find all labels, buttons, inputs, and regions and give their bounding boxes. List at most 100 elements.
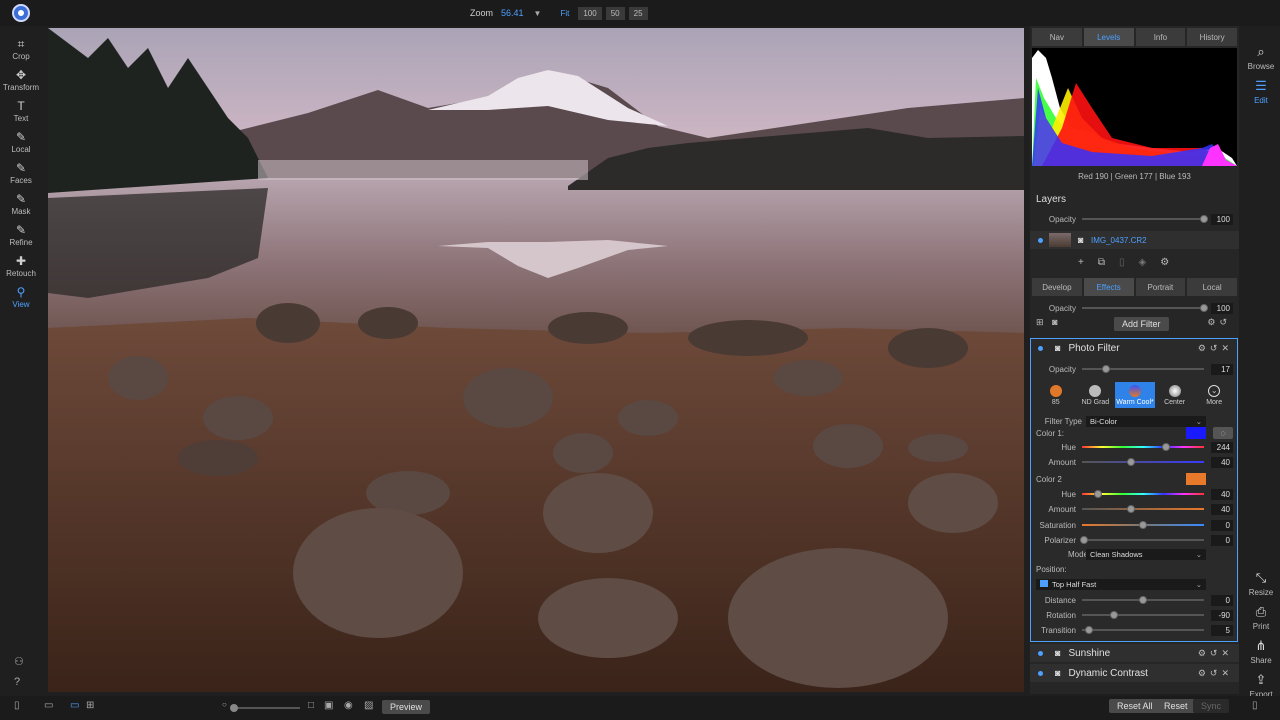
- amount2-value[interactable]: 40: [1211, 503, 1233, 515]
- share-button[interactable]: ⋔ Share: [1242, 634, 1280, 668]
- reset-button[interactable]: Reset: [1156, 699, 1196, 713]
- tool-local[interactable]: ✎ Local: [0, 127, 42, 158]
- layer-name[interactable]: IMG_0437.CR2: [1091, 236, 1147, 245]
- tab-nav[interactable]: Nav: [1032, 28, 1082, 46]
- saturation-value[interactable]: 0: [1211, 519, 1233, 531]
- compare-view-icon[interactable]: ⊞: [86, 700, 94, 711]
- slider-knob[interactable]: [1085, 626, 1093, 634]
- preset-nd-grad[interactable]: ND Grad: [1076, 382, 1116, 408]
- mask-icon[interactable]: ◙: [1055, 668, 1060, 678]
- preset-warm-cool[interactable]: Warm Cool*: [1115, 382, 1155, 408]
- filter-enable-dot[interactable]: [1038, 345, 1043, 351]
- slider-knob[interactable]: [1110, 611, 1118, 619]
- mask-icon[interactable]: ◙: [1055, 648, 1060, 658]
- tool-crop[interactable]: ⌗ Crop: [0, 34, 42, 65]
- layers-opacity-slider[interactable]: [1082, 215, 1208, 223]
- polarizer-value[interactable]: 0: [1211, 534, 1233, 546]
- tab-portrait[interactable]: Portrait: [1135, 278, 1186, 296]
- add-filter-button[interactable]: Add Filter: [1114, 317, 1169, 331]
- zoom-100-button[interactable]: 100: [578, 6, 602, 20]
- preview-button[interactable]: Preview: [382, 700, 431, 714]
- rotation-slider[interactable]: [1082, 611, 1204, 619]
- slider-knob[interactable]: [1139, 596, 1147, 604]
- layer-visibility-dot[interactable]: [1038, 237, 1043, 243]
- distance-value[interactable]: 0: [1211, 594, 1233, 606]
- amount1-value[interactable]: 40: [1211, 456, 1233, 468]
- slider-knob[interactable]: [1200, 304, 1208, 312]
- photo-filter-header[interactable]: ◙ Photo Filter ⚙↺✕: [1030, 339, 1239, 357]
- preset-center[interactable]: Center: [1155, 382, 1195, 408]
- app-logo-icon[interactable]: [12, 4, 30, 22]
- browse-button[interactable]: ⌕ Browse: [1242, 40, 1280, 74]
- print-button[interactable]: ⎙ Print: [1242, 600, 1280, 634]
- grid-overlay-icon[interactable]: ▨: [364, 700, 373, 711]
- slider-knob[interactable]: [1127, 505, 1135, 513]
- effects-opacity-value[interactable]: 100: [1211, 302, 1233, 314]
- tab-local[interactable]: Local: [1187, 278, 1237, 296]
- filter-enable-dot[interactable]: [1038, 670, 1043, 676]
- filmstrip-icon[interactable]: ▭: [44, 700, 53, 711]
- hue1-value[interactable]: 244: [1211, 441, 1233, 453]
- position-dropdown[interactable]: Top Half Fast ⌄: [1036, 579, 1206, 590]
- delete-layer-icon[interactable]: ▯: [1119, 257, 1125, 268]
- slider-knob[interactable]: [1162, 443, 1170, 451]
- effects-opacity-slider[interactable]: [1082, 304, 1208, 312]
- gear-icon[interactable]: ⚙: [1207, 317, 1219, 327]
- toggle-panel-icon[interactable]: ▯: [1252, 700, 1258, 711]
- filter-enable-dot[interactable]: [1038, 650, 1043, 656]
- hue2-value[interactable]: 40: [1211, 488, 1233, 500]
- transition-slider[interactable]: [1082, 626, 1204, 634]
- tool-transform[interactable]: ✥ Transform: [0, 65, 42, 96]
- close-icon[interactable]: ✕: [1221, 648, 1233, 658]
- transition-value[interactable]: 5: [1211, 624, 1233, 636]
- photo-canvas[interactable]: [48, 28, 1024, 692]
- slider-knob[interactable]: [230, 704, 238, 712]
- account-icon[interactable]: ⚇: [14, 655, 24, 668]
- tab-levels[interactable]: Levels: [1083, 28, 1134, 46]
- color2-swatch[interactable]: [1186, 473, 1206, 485]
- hue1-slider[interactable]: [1082, 443, 1204, 451]
- reset-icon[interactable]: ↺: [1210, 668, 1222, 678]
- close-icon[interactable]: ✕: [1221, 343, 1233, 353]
- lock-icon[interactable]: ⊞: [1036, 317, 1044, 327]
- layers-opacity-value[interactable]: 100: [1211, 213, 1233, 225]
- reset-icon[interactable]: ↺: [1210, 343, 1222, 353]
- layer-row[interactable]: ◙ IMG_0437.CR2: [1030, 231, 1239, 249]
- zoom-fit-button[interactable]: Fit: [555, 7, 574, 20]
- tool-retouch[interactable]: ✚ Retouch: [0, 251, 42, 282]
- reset-icon[interactable]: ↺: [1219, 317, 1231, 327]
- reset-icon[interactable]: ↺: [1210, 648, 1222, 658]
- edit-button[interactable]: ☰ Edit: [1242, 74, 1280, 108]
- eyedropper-icon[interactable]: ◌: [1213, 427, 1233, 439]
- circle-overlay-icon[interactable]: ◉: [344, 700, 353, 711]
- tab-develop[interactable]: Develop: [1032, 278, 1082, 296]
- mask-overlay-icon[interactable]: □: [308, 700, 314, 711]
- tab-effects[interactable]: Effects: [1083, 278, 1134, 296]
- slider-knob[interactable]: [1127, 458, 1135, 466]
- mask-icon[interactable]: ◙: [1055, 343, 1060, 353]
- polarizer-slider[interactable]: [1080, 536, 1204, 544]
- resize-button[interactable]: ⤡ Resize: [1242, 566, 1280, 600]
- thumbnail-size-slider[interactable]: [230, 704, 300, 712]
- filter-type-dropdown[interactable]: Bi-Color ⌄: [1086, 416, 1206, 427]
- preset-85[interactable]: 85: [1036, 382, 1076, 408]
- gear-icon[interactable]: ⚙: [1160, 257, 1169, 268]
- tool-view[interactable]: ⚲ View: [0, 282, 42, 313]
- distance-slider[interactable]: [1082, 596, 1204, 604]
- dynamic-contrast-filter-header[interactable]: ◙ Dynamic Contrast ⚙↺✕: [1030, 664, 1239, 682]
- mode-dropdown[interactable]: Clean Shadows ⌄: [1086, 549, 1206, 560]
- reset-all-button[interactable]: Reset All: [1109, 699, 1161, 713]
- tool-mask[interactable]: ✎ Mask: [0, 189, 42, 220]
- saturation-slider[interactable]: [1082, 521, 1204, 529]
- text-overlay-icon[interactable]: ▣: [324, 700, 333, 711]
- add-layer-icon[interactable]: +: [1078, 257, 1084, 268]
- hue2-slider[interactable]: [1082, 490, 1204, 498]
- mask-icon[interactable]: ◙: [1078, 235, 1083, 245]
- pf-opacity-value[interactable]: 17: [1211, 363, 1233, 375]
- amount2-slider[interactable]: [1082, 505, 1204, 513]
- sunshine-filter-header[interactable]: ◙ Sunshine ⚙↺✕: [1030, 644, 1239, 662]
- single-view-icon[interactable]: ▭: [70, 700, 79, 711]
- color1-swatch[interactable]: [1186, 427, 1206, 439]
- zoom-25-button[interactable]: 25: [628, 6, 648, 20]
- sync-button[interactable]: Sync: [1193, 699, 1230, 713]
